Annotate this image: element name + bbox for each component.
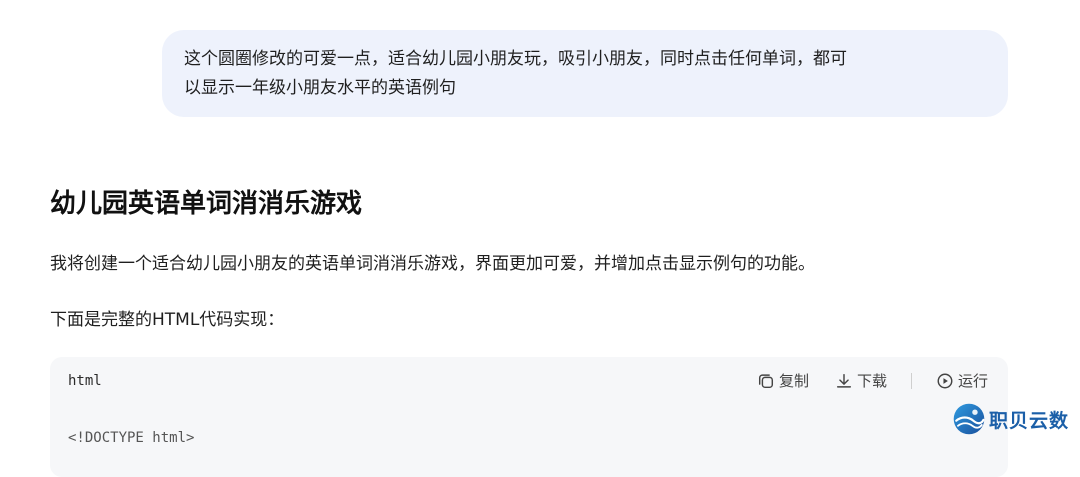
code-block: html 复制 下载 运行 <!DOCTYPE html> <box>50 357 1008 477</box>
code-line: <!DOCTYPE html> <box>68 430 195 446</box>
user-message-line-1: 这个圆圈修改的可爱一点，适合幼儿园小朋友玩，吸引小朋友，同时点击任何单词，都可 <box>184 49 847 69</box>
copy-button-label: 复制 <box>778 372 809 390</box>
watermark: 职贝云数 <box>952 402 1069 436</box>
code-toolbar: 复制 下载 运行 <box>757 370 988 391</box>
copy-button[interactable]: 复制 <box>757 370 809 391</box>
watermark-text: 职贝云数 <box>989 409 1070 432</box>
copy-icon <box>758 373 773 388</box>
zhibei-logo-icon <box>953 403 985 435</box>
download-button[interactable]: 下载 <box>835 370 887 391</box>
answer-paragraph-intro: 我将创建一个适合幼儿园小朋友的英语单词消消乐游戏，界面更加可爱，并增加点击显示例… <box>50 254 815 274</box>
user-message-bubble: 这个圆圈修改的可爱一点，适合幼儿园小朋友玩，吸引小朋友，同时点击任何单词，都可 … <box>162 30 1008 117</box>
code-language-label: html <box>68 373 102 389</box>
toolbar-divider <box>910 372 912 389</box>
download-icon <box>836 373 851 388</box>
download-button-label: 下载 <box>856 372 887 390</box>
run-button[interactable]: 运行 <box>936 370 988 391</box>
answer-title: 幼儿园英语单词消消乐游戏 <box>50 189 363 219</box>
answer-paragraph-code-intro: 下面是完整的HTML代码实现： <box>50 310 285 330</box>
play-icon <box>937 373 953 388</box>
run-button-label: 运行 <box>957 372 988 390</box>
user-message-line-2: 以显示一年级小朋友水平的英语例句 <box>184 78 456 98</box>
